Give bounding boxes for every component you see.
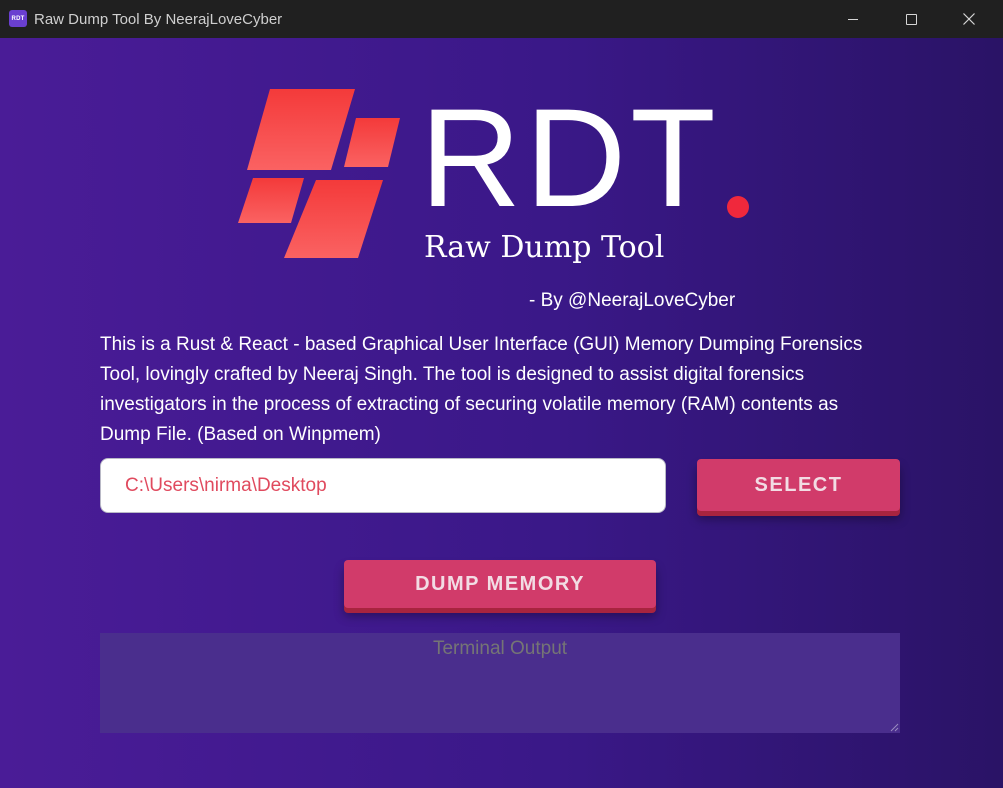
logo-tiles-icon — [238, 89, 400, 258]
close-icon — [963, 13, 975, 25]
logo-wordmark: RDT — [420, 79, 720, 236]
app-window: RDT Raw Dump Tool By NeerajLoveCyber RDT… — [0, 0, 1003, 788]
resize-grip-icon[interactable] — [889, 722, 899, 732]
tool-description: This is a Rust & React - based Graphical… — [100, 334, 863, 445]
window-title: Raw Dump Tool By NeerajLoveCyber — [34, 11, 283, 28]
maximize-button[interactable] — [888, 0, 934, 38]
logo-dot — [727, 196, 749, 218]
maximize-icon — [905, 13, 917, 25]
output-path-input[interactable] — [100, 458, 666, 513]
minimize-button[interactable] — [830, 0, 876, 38]
app-icon: RDT — [9, 10, 27, 27]
dump-memory-button[interactable]: DUMP MEMORY — [344, 560, 656, 608]
minimize-icon — [848, 18, 858, 20]
main-content: RDT Raw Dump Tool - By @NeerajLoveCyber … — [0, 38, 1003, 788]
select-button[interactable]: SELECT — [697, 459, 900, 511]
terminal-output[interactable] — [100, 633, 900, 733]
author-byline: - By @NeerajLoveCyber — [529, 290, 736, 311]
title-bar[interactable]: RDT Raw Dump Tool By NeerajLoveCyber — [0, 0, 1003, 38]
logo-subtitle: Raw Dump Tool — [424, 230, 665, 265]
close-button[interactable] — [946, 0, 992, 38]
